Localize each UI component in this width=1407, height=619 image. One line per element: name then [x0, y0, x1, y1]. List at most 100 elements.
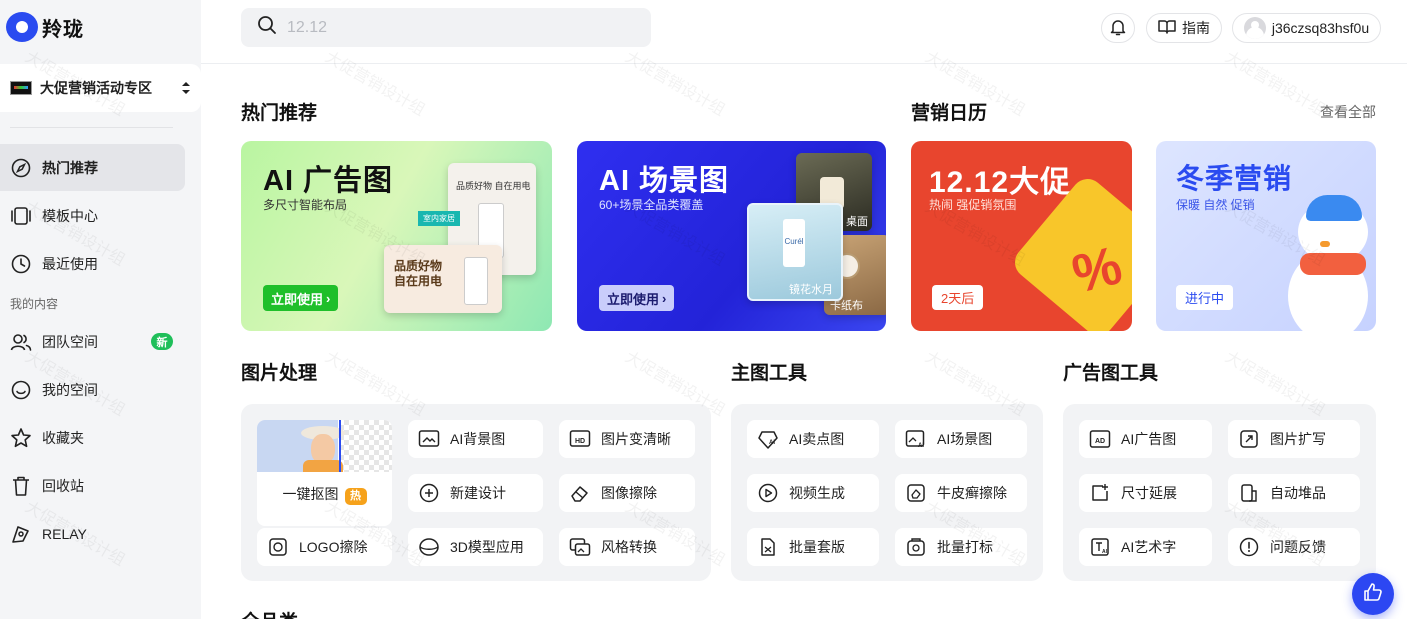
calendar-card-winter[interactable]: 冬季营销 保暖 自然 促销 进行中	[1156, 141, 1376, 331]
clock-icon	[10, 253, 32, 275]
product-brand: Curél	[784, 237, 804, 246]
calendar-card-subtitle: 保暖 自然 促销	[1176, 198, 1255, 212]
guide-button[interactable]: 指南	[1146, 13, 1222, 43]
tool-psoriasis-erase[interactable]: 牛皮癣擦除	[895, 474, 1027, 512]
product-mockup-secondary: 品质好物 自在用电	[384, 245, 502, 313]
ai-scene-banner[interactable]: AI 场景图 60+场景全品类覆盖 桌面 卡纸布 Curél 镜花水月 立即使用…	[577, 141, 886, 331]
main-tools-panel: AI AI卖点图 AI AI场景图 视频生成 牛皮癣擦除 批量套版 批量打标	[731, 404, 1043, 581]
feedback-fab[interactable]	[1352, 573, 1394, 615]
3d-model-icon	[418, 536, 440, 558]
tool-size-extend[interactable]: 尺寸延展	[1079, 474, 1212, 512]
watermark: 大促营销设计组	[1222, 48, 1328, 120]
tool-ai-ad[interactable]: AD AI广告图	[1079, 420, 1212, 458]
ai-background-icon	[418, 428, 440, 450]
shirt-shape	[303, 460, 343, 472]
image-tools-panel: 一键抠图热 AI背景图 HD 图片变清晰 新建设计 图像擦除 LOGO擦除 3D…	[241, 404, 711, 581]
tool-label: 问题反馈	[1270, 539, 1326, 555]
sidebar-item-templates[interactable]: 模板中心	[0, 192, 185, 239]
tool-label: AI场景图	[937, 431, 993, 447]
image-tools-title: 图片处理	[241, 363, 318, 384]
sidebar: 羚珑 大促营销活动专区 热门推荐 模板中心 最近使用 我的内容 团队空间 新 我…	[0, 0, 201, 619]
transparent-checker	[339, 420, 392, 472]
search-input[interactable]	[287, 18, 627, 37]
tool-label: AI艺术字	[1121, 539, 1177, 555]
tool-ai-art-text[interactable]: AI AI艺术字	[1079, 528, 1212, 566]
notification-button[interactable]	[1101, 13, 1135, 43]
search-bar[interactable]	[241, 8, 651, 47]
banner-title: AI 广告图	[263, 165, 394, 197]
compass-icon	[10, 157, 32, 179]
ai-selling-point-icon: AI	[757, 428, 779, 450]
tool-label: 新建设计	[450, 485, 506, 501]
tool-batch-label[interactable]: 批量打标	[895, 528, 1027, 566]
calendar-card-1212[interactable]: 12.12大促 热闹 强促销氛围 % 2天后	[911, 141, 1132, 331]
tool-image-enhance[interactable]: HD 图片变清晰	[559, 420, 695, 458]
tool-image-erase[interactable]: 图像擦除	[559, 474, 695, 512]
tool-video-generate[interactable]: 视频生成	[747, 474, 879, 512]
scene-label: 桌面	[846, 216, 868, 228]
watermark: 大促营销设计组	[622, 48, 728, 120]
tool-cutout-featured[interactable]: 一键抠图热	[257, 420, 392, 526]
tool-label: 一键抠图	[282, 486, 339, 502]
sidebar-item-label: 最近使用	[42, 255, 98, 272]
scene-thumb-mirror: Curél 镜花水月	[747, 203, 843, 301]
sidebar-item-relay[interactable]: RELAY	[0, 510, 185, 557]
alert-circle-icon	[1238, 536, 1260, 558]
template-icon	[10, 205, 32, 227]
ai-scene-icon: AI	[905, 428, 927, 450]
tool-logo-erase[interactable]: LOGO擦除	[257, 528, 392, 566]
team-icon	[10, 331, 32, 353]
use-now-button[interactable]: 立即使用 ›	[599, 285, 675, 311]
tool-label: 批量打标	[937, 539, 993, 555]
tool-label: 风格转换	[601, 539, 657, 555]
sidebar-divider	[10, 127, 173, 128]
sidebar-item-hot[interactable]: 热门推荐	[0, 144, 185, 191]
snowman-hat	[1306, 195, 1362, 221]
tool-3d-model[interactable]: 3D模型应用	[408, 528, 543, 566]
space-selector[interactable]: 大促营销活动专区	[0, 64, 201, 112]
header-divider	[201, 63, 1407, 64]
ai-ad-banner[interactable]: AI 广告图 多尺寸智能布局 品质好物 自在用电 室内家居 品质好物 自在用电 …	[241, 141, 552, 331]
see-all-link[interactable]: 查看全部	[1320, 102, 1376, 122]
ai-ad-icon: AD	[1089, 428, 1111, 450]
tool-feedback[interactable]: 问题反馈	[1228, 528, 1360, 566]
tool-label: 图片扩写	[1270, 431, 1326, 447]
search-icon	[257, 15, 277, 40]
cutout-preview	[257, 420, 392, 472]
snowman-nose	[1320, 241, 1330, 247]
tool-label: 图像擦除	[601, 485, 657, 501]
sidebar-item-team[interactable]: 团队空间 新	[0, 318, 185, 365]
sidebar-item-favorites[interactable]: 收藏夹	[0, 414, 185, 461]
ad-tools-panel: AD AI广告图 图片扩写 尺寸延展 自动堆品 AI AI艺术字 问题反馈	[1063, 404, 1376, 581]
tool-label: AI广告图	[1121, 431, 1177, 447]
eraser-icon	[569, 482, 591, 504]
watermark: 大促营销设计组	[322, 48, 428, 120]
batch-template-icon	[757, 536, 779, 558]
user-menu-button[interactable]: j36czsq83hsf0u	[1232, 13, 1381, 43]
sidebar-item-my-space[interactable]: 我的空间	[0, 366, 185, 413]
tool-ai-scene[interactable]: AI AI场景图	[895, 420, 1027, 458]
tool-image-expand[interactable]: 图片扩写	[1228, 420, 1360, 458]
tool-label: 尺寸延展	[1121, 485, 1177, 501]
tool-new-design[interactable]: 新建设计	[408, 474, 543, 512]
tool-batch-template[interactable]: 批量套版	[747, 528, 879, 566]
relay-icon	[10, 523, 32, 545]
app-logo[interactable]: 羚珑	[6, 12, 84, 42]
svg-text:AI: AI	[769, 440, 775, 446]
tool-label: 批量套版	[789, 539, 845, 555]
tool-ai-background[interactable]: AI背景图	[408, 420, 543, 458]
username: j36czsq83hsf0u	[1271, 20, 1370, 36]
tool-auto-stack[interactable]: 自动堆品	[1228, 474, 1360, 512]
calendar-section-title: 营销日历	[911, 103, 988, 124]
svg-text:AI: AI	[1102, 549, 1108, 555]
use-now-button[interactable]: 立即使用 ›	[263, 285, 339, 311]
sidebar-item-recent[interactable]: 最近使用	[0, 240, 185, 287]
sidebar-item-label: 模板中心	[42, 207, 98, 224]
sidebar-item-trash[interactable]: 回收站	[0, 462, 185, 509]
tool-label: AI卖点图	[789, 431, 845, 447]
logo-erase-icon	[267, 536, 289, 558]
tool-ai-selling-point[interactable]: AI AI卖点图	[747, 420, 879, 458]
tool-label: 图片变清晰	[601, 431, 671, 447]
tool-style-transfer[interactable]: 风格转换	[559, 528, 695, 566]
chevron-right-icon: ›	[662, 290, 667, 306]
